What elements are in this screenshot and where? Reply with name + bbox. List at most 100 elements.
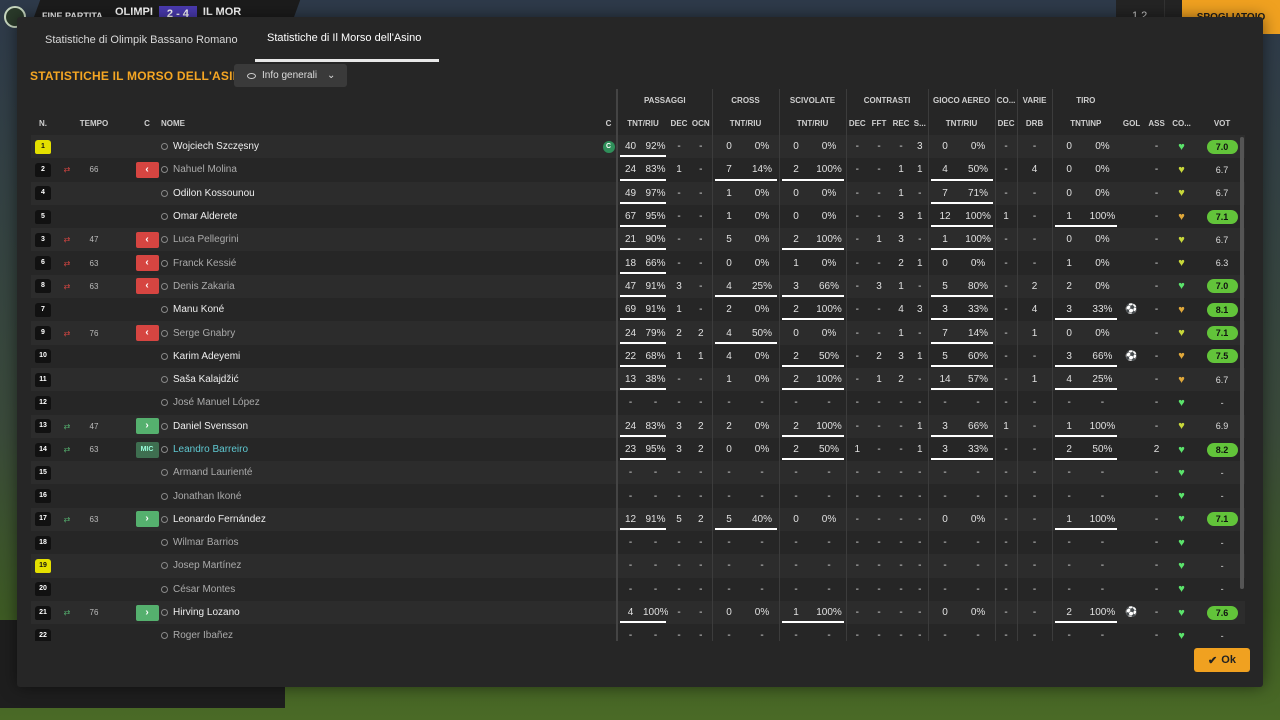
player-name[interactable]: Saša Kalajdžić	[173, 374, 239, 385]
player-name[interactable]: Franck Kessié	[173, 258, 236, 269]
player-name[interactable]: Armand Laurienté	[173, 467, 253, 478]
player-name-cell[interactable]: Wilmar Barrios	[161, 531, 601, 555]
table-row[interactable]: 22 Roger Ibañez - - - - - - - - - - - - - - - - - - - ♥ -	[31, 624, 1245, 641]
table-row[interactable]: 21 ⇄ 76 › Hirving Lozano 4 100% - -0 0% 1 100% - - - -0…	[31, 600, 1245, 625]
substituted-out-icon[interactable]: ‹	[135, 325, 159, 342]
col-contrasti-dec[interactable]: DEC	[845, 112, 869, 135]
sub-cell[interactable]: ‹	[133, 321, 161, 345]
ok-button[interactable]: ✔ Ok	[1194, 648, 1250, 672]
player-name-cell[interactable]: Manu Koné	[161, 298, 601, 322]
player-name[interactable]: Hirving Lozano	[173, 607, 240, 618]
table-row[interactable]: 5 Omar Alderete 67 95% - -1 0% 0 0% - -3 1 12 100% 1-1…	[31, 204, 1245, 229]
player-name[interactable]: Josep Martínez	[173, 560, 241, 571]
col-scivolate-tnt-riu[interactable]: TNT/RIU	[778, 112, 847, 135]
col-contrasti-fft[interactable]: FFT	[868, 112, 890, 135]
player-name[interactable]: Wilmar Barrios	[173, 537, 239, 548]
col-contrasti-s[interactable]: S...	[912, 112, 928, 135]
player-name-cell[interactable]: Wojciech Szczęsny	[161, 135, 601, 159]
table-row[interactable]: 3 ⇄ 47 ‹ Luca Pellegrini 21 90% - -5 0% 2 100% -1 3-1…	[31, 228, 1245, 252]
sub-cell[interactable]: ›	[133, 600, 161, 625]
substituted-out-icon[interactable]: ‹	[135, 278, 159, 295]
player-name[interactable]: Omar Alderete	[173, 211, 237, 222]
sub-cell[interactable]: ‹	[133, 228, 161, 252]
player-name[interactable]: Denis Zakaria	[173, 281, 235, 292]
player-name-cell[interactable]: Josep Martínez	[161, 554, 601, 578]
player-name-cell[interactable]: Serge Gnabry	[161, 321, 601, 345]
player-name[interactable]: Odilon Kossounou	[173, 188, 255, 199]
col-captain[interactable]: C	[601, 112, 617, 135]
table-row[interactable]: 2 ⇄ 66 ‹ Nahuel Molina 24 83% 1 - 7 14% 2 100% - - 1 1 4 5…	[31, 158, 1245, 182]
player-name-cell[interactable]: Saša Kalajdžić	[161, 367, 601, 392]
player-name[interactable]: Karim Adeyemi	[173, 351, 240, 362]
sub-cell[interactable]: ‹	[133, 274, 161, 299]
col-condizione[interactable]: CO...	[1169, 112, 1194, 135]
table-row[interactable]: 12 José Manuel López - - - - - - - - - - - - - - - - - - - ♥ -	[31, 391, 1245, 415]
table-row[interactable]: 9 ⇄ 76 ‹ Serge Gnabry 24 79% 2 2 4 50% 0 0% - -1-7 14% -…	[31, 321, 1245, 345]
player-name-cell[interactable]: Daniel Svensson	[161, 414, 601, 438]
col-tiro-tnt-inp[interactable]: TNT\INP	[1051, 112, 1120, 135]
table-row[interactable]: 16 Jonathan Ikoné - - - - - - - - - - - - - - - - - - - ♥ -	[31, 484, 1245, 508]
col-c[interactable]: C	[133, 112, 161, 135]
player-name[interactable]: César Montes	[173, 584, 235, 595]
player-name-cell[interactable]: Leandro Barreiro	[161, 437, 601, 462]
sub-cell[interactable]: ‹	[133, 158, 161, 182]
table-row[interactable]: 15 Armand Laurienté - - - - - - - - - - - - - - - - - - - ♥ -	[31, 461, 1245, 485]
player-name[interactable]: Daniel Svensson	[173, 421, 248, 432]
substituted-out-icon[interactable]: ‹	[135, 231, 159, 248]
col-n[interactable]: N.	[31, 112, 55, 135]
player-name[interactable]: José Manuel López	[173, 397, 260, 408]
player-name[interactable]: Jonathan Ikoné	[173, 491, 241, 502]
tab-morso-stats[interactable]: Statistiche di Il Morso dell'Asino	[255, 17, 439, 62]
substituted-out-icon[interactable]: ‹	[135, 161, 159, 178]
col-contrasti-rec[interactable]: REC	[890, 112, 912, 135]
col-co-dec[interactable]: DEC	[994, 112, 1018, 135]
col-ass[interactable]: ASS	[1144, 112, 1169, 135]
table-row[interactable]: 19 Josep Martínez - - - - - - - - - - - - - - - - - - - ♥ -	[31, 554, 1245, 578]
col-varie-drb[interactable]: DRB	[1016, 112, 1053, 135]
col-nome[interactable]: NOME	[161, 112, 601, 135]
player-name-cell[interactable]: Nahuel Molina	[161, 158, 601, 182]
col-aereo-tnt-riu[interactable]: TNT/RIU	[927, 112, 996, 135]
player-name[interactable]: Wojciech Szczęsny	[173, 141, 259, 152]
player-name-cell[interactable]: César Montes	[161, 577, 601, 601]
sub-cell[interactable]: ›	[133, 414, 161, 438]
sub-cell[interactable]: ›	[133, 507, 161, 532]
player-name[interactable]: Luca Pellegrini	[173, 234, 239, 245]
substituted-in-icon[interactable]: ›	[135, 511, 159, 528]
player-name-cell[interactable]: Roger Ibañez	[161, 624, 601, 641]
player-name[interactable]: Leonardo Fernández	[173, 514, 266, 525]
sub-cell[interactable]: MIC	[133, 437, 161, 462]
col-cross-tnt-riu[interactable]: TNT/RIU	[711, 112, 780, 135]
table-row[interactable]: 11 Saša Kalajdžić 13 38% - -1 0% 2 100% -1 2-14 57%…	[31, 367, 1245, 392]
mic-badge[interactable]: MIC	[135, 441, 159, 458]
player-name-cell[interactable]: Leonardo Fernández	[161, 507, 601, 532]
table-row[interactable]: 1 Wojciech Szczęsny C 40 92% - -0 0% 0 0% - - -3 0 0% -…	[31, 135, 1245, 159]
table-row[interactable]: 7 Manu Koné 69 91% 1 - 2 0% 2 100% - - 4 3 3 33% - 4 3 33% ⚽…	[31, 298, 1245, 322]
scrollbar[interactable]	[1240, 137, 1244, 589]
table-row[interactable]: 8 ⇄ 63 ‹ Denis Zakaria 47 91% 3 - 4 25% 3 66% - 3 1 - 5 80…	[31, 274, 1245, 299]
tab-olimpik-stats[interactable]: Statistiche di Olimpik Bassano Romano	[45, 17, 238, 62]
substituted-out-icon[interactable]: ‹	[135, 255, 159, 272]
table-row[interactable]: 20 César Montes - - - - - - - - - - - - - - - - - - - ♥ -	[31, 577, 1245, 601]
player-name-cell[interactable]: Franck Kessié	[161, 251, 601, 275]
player-name[interactable]: Nahuel Molina	[173, 164, 237, 175]
table-row[interactable]: 18 Wilmar Barrios - - - - - - - - - - - - - - - - - - - ♥ -	[31, 531, 1245, 555]
player-name-cell[interactable]: Denis Zakaria	[161, 274, 601, 299]
player-name[interactable]: Roger Ibañez	[173, 630, 233, 641]
scrollbar-thumb[interactable]	[1240, 137, 1244, 589]
table-row[interactable]: 17 ⇄ 63 › Leonardo Fernández 12 91% 5 2 5 40% 0 0% - -…	[31, 507, 1245, 532]
player-name-cell[interactable]: José Manuel López	[161, 391, 601, 415]
substituted-in-icon[interactable]: ›	[135, 418, 159, 435]
player-name-cell[interactable]: Armand Laurienté	[161, 461, 601, 485]
player-name-cell[interactable]: Luca Pellegrini	[161, 228, 601, 252]
player-name[interactable]: Serge Gnabry	[173, 328, 235, 339]
col-pass-tnt-riu[interactable]: TNT/RIU	[616, 112, 668, 135]
table-row[interactable]: 13 ⇄ 47 › Daniel Svensson 24 83% 3 2 2 0% 2 100% - - -1…	[31, 414, 1245, 438]
sub-cell[interactable]: ‹	[133, 251, 161, 275]
table-row[interactable]: 6 ⇄ 63 ‹ Franck Kessié 18 66% - -0 0% 1 0% - -2 1 0 0% - -…	[31, 251, 1245, 275]
table-row[interactable]: 14 ⇄ 63 MIC Leandro Barreiro 23 95% 3 2 0 0% 2 50% 1-…	[31, 437, 1245, 462]
stats-view-dropdown[interactable]: Info generali ⌄	[234, 64, 347, 87]
player-name-cell[interactable]: Jonathan Ikoné	[161, 484, 601, 508]
col-gol[interactable]: GOL	[1119, 112, 1144, 135]
col-pass-dec[interactable]: DEC	[668, 112, 690, 135]
